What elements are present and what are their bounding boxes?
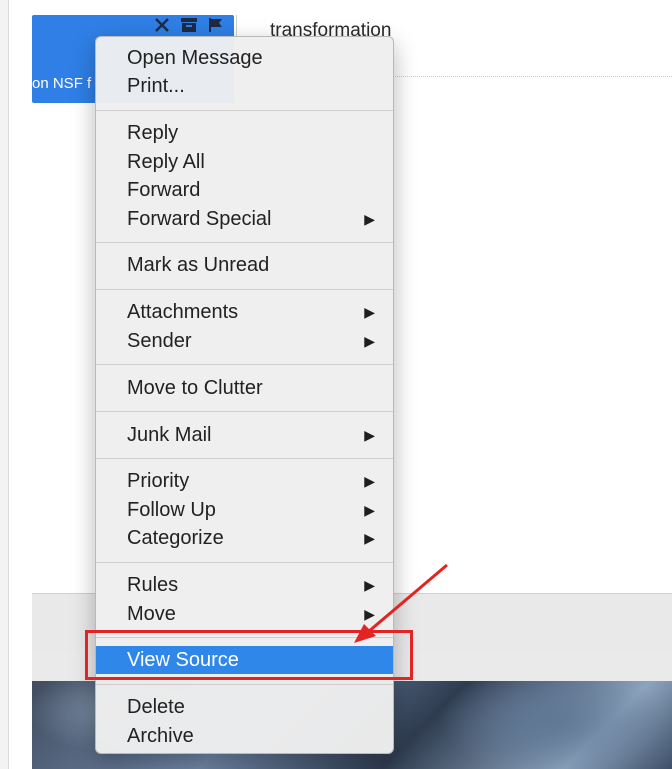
submenu-arrow-icon: ▶ [364,605,375,622]
menu-item-label: Archive [127,724,194,747]
menu-item-mark-as-unread[interactable]: Mark as Unread [96,251,393,279]
menu-item-label: Rules [127,574,179,597]
menu-item-label: Forward [127,179,201,202]
menu-item-label: Categorize [127,527,224,550]
message-quick-actions [154,17,224,33]
menu-item-label: Forward Special [127,207,272,230]
menu-item-priority[interactable]: Priority ▶ [96,467,393,495]
menu-separator [96,288,393,290]
menu-item-label: Reply [127,122,179,145]
menu-item-delete[interactable]: Delete [96,693,393,721]
flag-icon[interactable] [208,17,224,33]
annotation-highlight-box [85,630,413,680]
submenu-arrow-icon: ▶ [364,426,375,443]
menu-item-label: Delete [127,696,185,719]
menu-separator [96,457,393,459]
menu-separator [96,241,393,243]
menu-item-reply[interactable]: Reply [96,119,393,147]
submenu-arrow-icon: ▶ [364,210,375,227]
menu-item-label: Move [127,602,176,625]
menu-separator [96,561,393,563]
menu-item-label: Move to Clutter [127,376,263,399]
menu-item-open-message[interactable]: Open Message [96,44,393,72]
submenu-arrow-icon: ▶ [364,332,375,349]
menu-separator [96,364,393,366]
menu-item-label: Junk Mail [127,423,212,446]
menu-item-forward[interactable]: Forward [96,176,393,204]
menu-item-forward-special[interactable]: Forward Special ▶ [96,205,393,233]
menu-item-archive[interactable]: Archive [96,722,393,750]
menu-item-categorize[interactable]: Categorize ▶ [96,524,393,552]
menu-separator [96,109,393,111]
left-sidebar-edge [0,0,9,769]
submenu-arrow-icon: ▶ [364,304,375,321]
menu-item-label: Reply All [127,150,205,173]
menu-item-move[interactable]: Move ▶ [96,600,393,628]
menu-item-label: Sender [127,329,192,352]
menu-item-junk-mail[interactable]: Junk Mail ▶ [96,421,393,449]
message-snippet: on NSF f [32,75,92,92]
menu-item-print[interactable]: Print... [96,72,393,100]
menu-item-attachments[interactable]: Attachments ▶ [96,298,393,326]
menu-item-follow-up[interactable]: Follow Up ▶ [96,496,393,524]
menu-separator [96,683,393,685]
submenu-arrow-icon: ▶ [364,473,375,490]
menu-item-label: Print... [127,75,185,98]
menu-separator [96,411,393,412]
menu-item-label: Attachments [127,301,239,324]
menu-item-label: Mark as Unread [127,254,270,277]
menu-item-sender[interactable]: Sender ▶ [96,327,393,355]
submenu-arrow-icon: ▶ [364,501,375,518]
menu-item-label: Follow Up [127,498,216,521]
archive-icon[interactable] [180,17,198,33]
menu-item-label: Open Message [127,47,263,69]
submenu-arrow-icon: ▶ [364,577,375,594]
close-icon[interactable] [154,17,170,33]
menu-item-move-to-clutter[interactable]: Move to Clutter [96,374,393,402]
submenu-arrow-icon: ▶ [364,530,375,547]
menu-item-reply-all[interactable]: Reply All [96,148,393,176]
menu-item-label: Priority [127,470,190,493]
menu-item-rules[interactable]: Rules ▶ [96,571,393,599]
